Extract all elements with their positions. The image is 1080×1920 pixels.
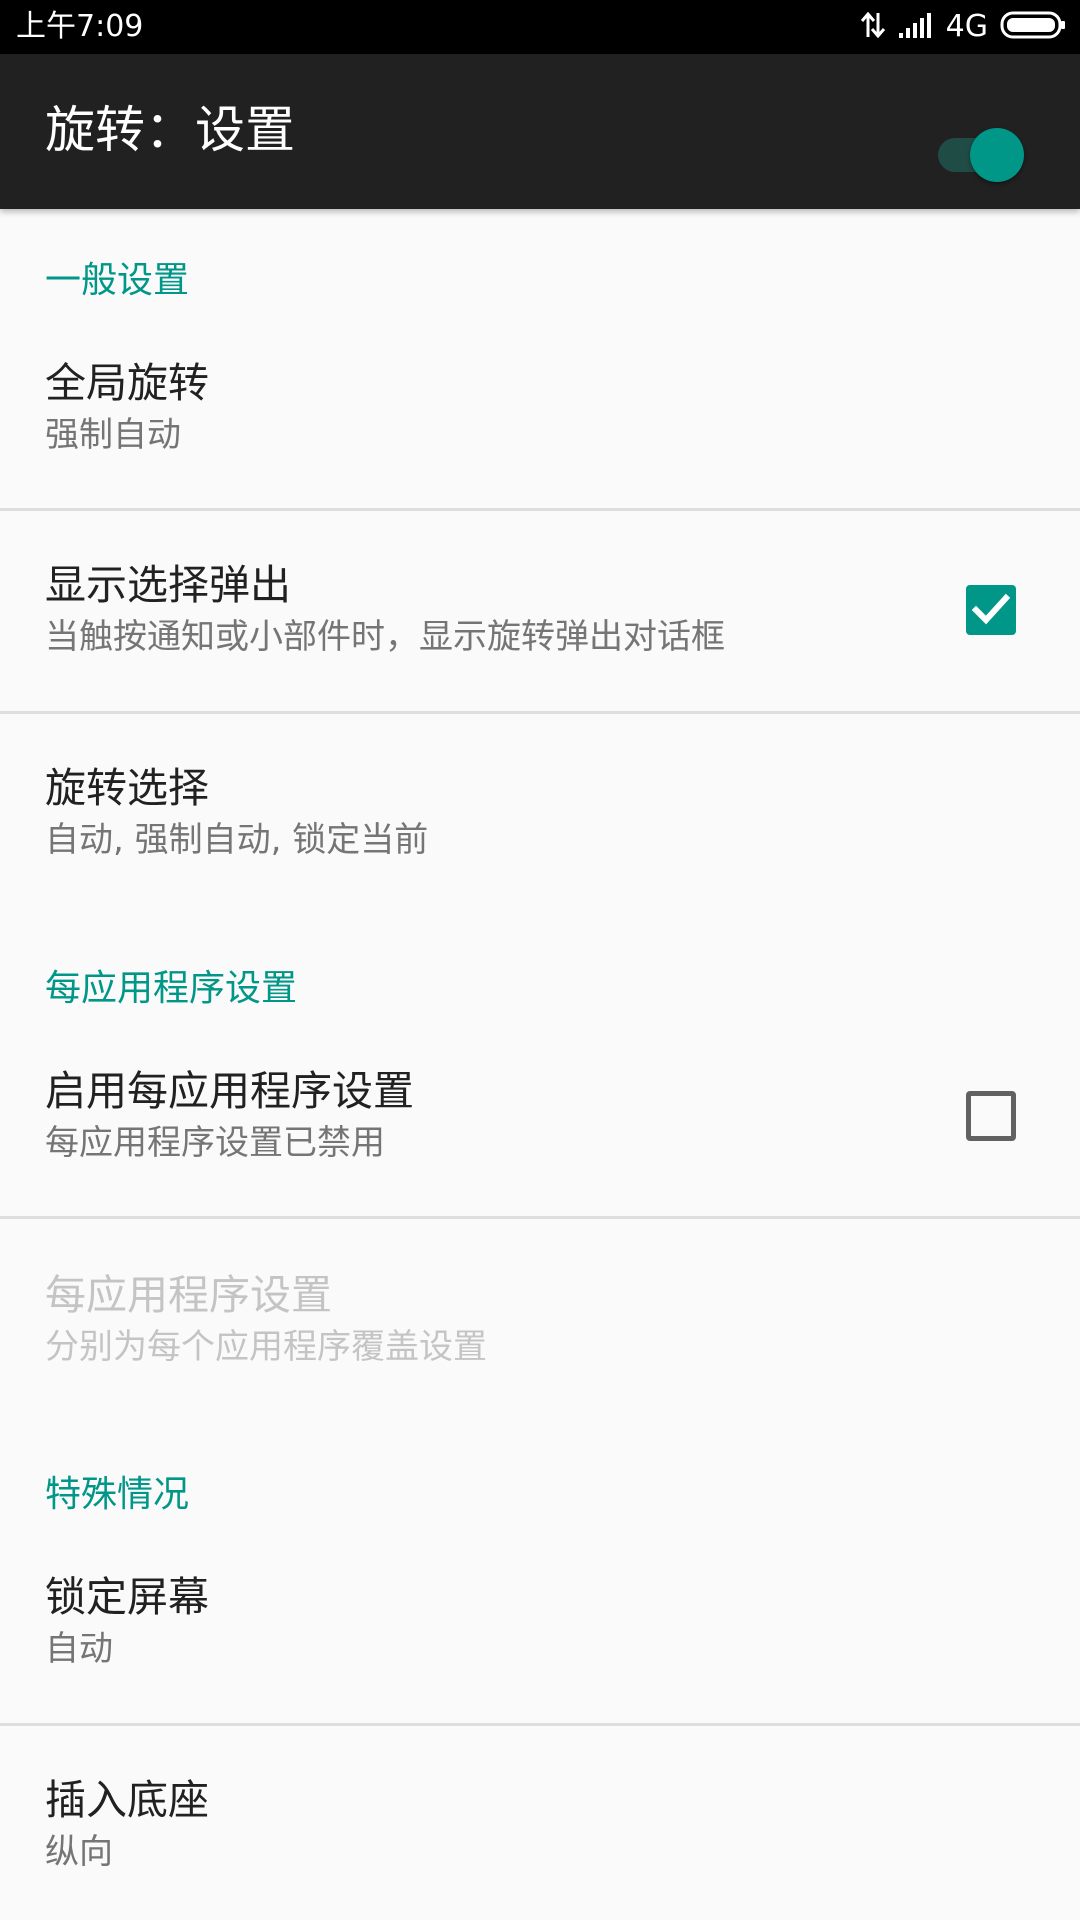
pref-summary: 分别为每个应用程序覆盖设置 (45, 1327, 487, 1367)
pref-title: 全局旋转 (45, 359, 209, 407)
pref-summary: 强制自动 (45, 415, 181, 455)
pref-title: 锁定屏幕 (45, 1573, 209, 1621)
switch-thumb (970, 128, 1024, 182)
pref-summary: 每应用程序设置已禁用 (45, 1123, 385, 1163)
app-bar: 旋转：设置 (0, 54, 1080, 209)
pref-summary: 当触按通知或小部件时，显示旋转弹出对话框 (45, 617, 725, 657)
signal-icon (898, 11, 934, 43)
enable-per-app-checkbox[interactable] (966, 1091, 1016, 1141)
master-toggle-switch[interactable] (938, 124, 1028, 182)
data-transfer-icon (860, 10, 886, 44)
pref-summary: 自动 (45, 1629, 113, 1669)
divider (0, 1216, 1080, 1219)
pref-show-popup-row[interactable] (0, 511, 1080, 711)
status-time: 上午7:09 (16, 9, 144, 44)
pref-title: 插入底座 (45, 1776, 209, 1824)
network-type: 4G (945, 9, 988, 44)
show-popup-checkbox[interactable] (966, 585, 1016, 635)
pref-title: 启用每应用程序设置 (45, 1067, 414, 1115)
pref-title: 旋转选择 (45, 764, 209, 812)
checkmark-icon (972, 593, 1010, 625)
status-icons: 4G (860, 10, 1066, 44)
pref-summary: 纵向 (45, 1832, 113, 1872)
status-bar: 上午7:09 4G (0, 0, 1080, 54)
section-header-special: 特殊情况 (45, 1474, 190, 1515)
page-title: 旋转：设置 (45, 101, 295, 159)
pref-title: 每应用程序设置 (45, 1271, 332, 1319)
battery-icon (1000, 10, 1066, 44)
pref-summary: 自动, 强制自动, 锁定当前 (45, 820, 429, 860)
section-header-general: 一般设置 (45, 260, 190, 301)
pref-title: 显示选择弹出 (45, 561, 291, 609)
section-header-per-app: 每应用程序设置 (45, 968, 298, 1009)
